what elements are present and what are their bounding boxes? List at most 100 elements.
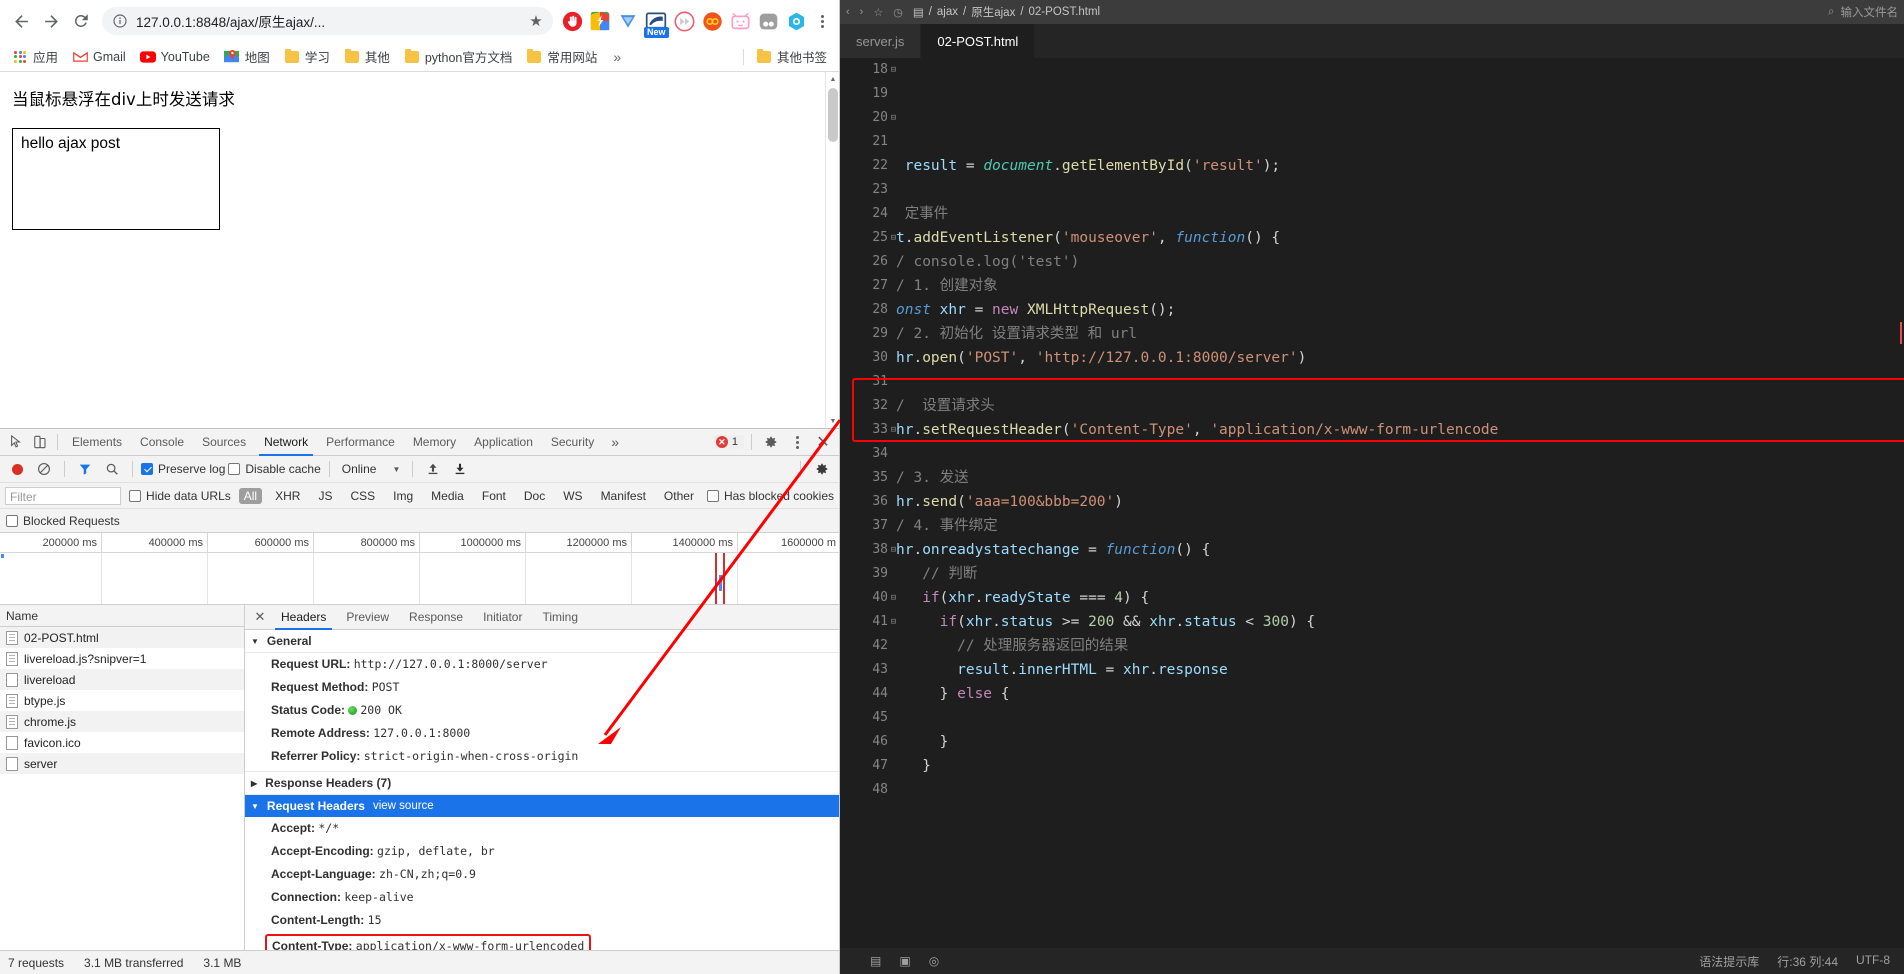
breadcrumb-item[interactable]: 02-POST.html xyxy=(1029,6,1101,18)
code-line[interactable] xyxy=(896,370,1904,394)
bookmark-youtube[interactable]: YouTube xyxy=(134,46,216,68)
type-filter-xhr[interactable]: XHR xyxy=(270,488,305,504)
tab-security[interactable]: Security xyxy=(542,429,603,456)
tab-memory[interactable]: Memory xyxy=(404,429,465,456)
table-row[interactable]: favicon.ico xyxy=(0,732,244,753)
type-filter-img[interactable]: Img xyxy=(388,488,418,504)
table-row[interactable]: server xyxy=(0,753,244,774)
scroll-up-arrow-icon[interactable]: ▲ xyxy=(826,72,839,86)
site-info-icon[interactable] xyxy=(112,13,128,29)
code-line[interactable]: / console.log('test') xyxy=(896,250,1904,274)
devtools-kebab-icon[interactable] xyxy=(786,429,808,455)
vscode-back-icon[interactable]: ‹ xyxy=(846,6,850,18)
type-filter-font[interactable]: Font xyxy=(477,488,511,504)
type-filter-all[interactable]: All xyxy=(238,487,263,504)
tv-extension-icon[interactable] xyxy=(727,8,753,34)
error-count-badge[interactable]: ✕ 1 xyxy=(712,435,744,449)
editor-tab-02-post-html[interactable]: 02-POST.html xyxy=(921,24,1036,58)
hide-data-urls-box-icon[interactable] xyxy=(129,489,142,502)
breadcrumb-item[interactable]: ajax xyxy=(937,6,958,18)
code-line[interactable]: / 2. 初始化 设置请求类型 和 url xyxy=(896,322,1904,346)
scroll-down-arrow-icon[interactable]: ▼ xyxy=(826,414,839,428)
view-source-link[interactable]: view source xyxy=(373,800,434,812)
fast-forward-extension-icon[interactable] xyxy=(671,8,697,34)
code-line[interactable] xyxy=(896,58,1904,82)
table-row[interactable]: livereload xyxy=(0,669,244,690)
screenshot-extension-icon[interactable]: New xyxy=(643,8,669,38)
detail-tab-preview[interactable]: Preview xyxy=(336,605,399,630)
code-line[interactable]: // 处理服务器返回的结果 xyxy=(896,634,1904,658)
close-detail-icon[interactable]: ✕ xyxy=(249,605,271,630)
table-row[interactable]: livereload.js?snipver=1 xyxy=(0,648,244,669)
infinity-extension-icon[interactable] xyxy=(699,8,725,34)
vscode-star-icon[interactable]: ☆ xyxy=(873,6,883,19)
browser-menu-button[interactable] xyxy=(811,8,833,34)
code-line[interactable]: hr.open('POST', 'http://127.0.0.1:8000/s… xyxy=(896,346,1904,370)
back-button[interactable] xyxy=(6,6,36,36)
filter-input[interactable]: Filter xyxy=(5,486,122,505)
clear-icon[interactable] xyxy=(32,457,56,481)
vscode-search-icon[interactable]: ⌕ xyxy=(1828,6,1834,19)
blocked-requests-box-icon[interactable] xyxy=(6,514,18,527)
editor-tab-server-js[interactable]: server.js xyxy=(840,24,922,58)
code-line[interactable]: onst xhr = new XMLHttpRequest(); xyxy=(896,298,1904,322)
panel-globe-icon[interactable]: ◎ xyxy=(929,954,939,968)
code-line[interactable] xyxy=(896,106,1904,130)
search-icon[interactable] xyxy=(100,457,124,481)
code-line[interactable] xyxy=(896,442,1904,466)
response-headers-section[interactable]: ▶ Response Headers (7) xyxy=(245,772,839,795)
adblock-extension-icon[interactable] xyxy=(559,8,585,34)
code-line[interactable] xyxy=(896,130,1904,154)
address-bar-url[interactable]: 127.0.0.1:8848/ajax/原生ajax/... xyxy=(136,11,527,31)
table-row[interactable]: 02-POST.html xyxy=(0,627,244,648)
throttling-select[interactable]: Online ▼ xyxy=(338,461,405,477)
bookmark-apps[interactable]: 应用 xyxy=(6,44,64,69)
code-line[interactable]: } xyxy=(896,730,1904,754)
tab-elements[interactable]: Elements xyxy=(63,429,131,456)
network-settings-gear-icon[interactable] xyxy=(810,457,834,481)
type-filter-ws[interactable]: WS xyxy=(558,488,587,504)
result-div[interactable]: hello ajax post xyxy=(12,128,220,230)
panel-list-icon[interactable]: ▤ xyxy=(870,954,881,968)
devtools-close-icon[interactable]: ✕ xyxy=(811,430,835,454)
request-list-header[interactable]: Name xyxy=(0,605,244,627)
tab-performance[interactable]: Performance xyxy=(317,429,404,456)
code-line[interactable]: result = document.getElementById('result… xyxy=(896,154,1904,178)
code-line[interactable]: / 3. 发送 xyxy=(896,466,1904,490)
blocked-requests-checkbox[interactable]: Blocked Requests xyxy=(6,514,120,528)
tab-network[interactable]: Network xyxy=(255,429,317,456)
code-line[interactable]: hr.onreadystatechange = function() { xyxy=(896,538,1904,562)
type-filter-doc[interactable]: Doc xyxy=(519,488,550,504)
code-line[interactable]: / 1. 创建对象 xyxy=(896,274,1904,298)
page-scroll-thumb[interactable] xyxy=(828,88,838,142)
bookmark-folder-python-docs[interactable]: python官方文档 xyxy=(398,44,519,69)
chevron-down-icon[interactable]: ▼ xyxy=(251,802,259,811)
table-row[interactable]: chrome.js xyxy=(0,711,244,732)
detail-tab-response[interactable]: Response xyxy=(399,605,473,630)
preserve-log-checkbox[interactable]: Preserve log xyxy=(141,462,225,476)
type-filter-manifest[interactable]: Manifest xyxy=(596,488,651,504)
import-har-upload-icon[interactable] xyxy=(421,457,445,481)
type-filter-media[interactable]: Media xyxy=(426,488,469,504)
request-headers-section[interactable]: ▼ Request Headers view source xyxy=(245,795,839,817)
code-line[interactable]: / 设置请求头 xyxy=(896,394,1904,418)
code-line[interactable] xyxy=(896,178,1904,202)
chevron-down-icon[interactable]: ▼ xyxy=(392,465,400,474)
bookmarks-overflow-chevron-icon[interactable]: » xyxy=(605,49,629,65)
vscode-forward-icon[interactable]: › xyxy=(860,6,864,18)
bookmark-star-icon[interactable]: ★ xyxy=(527,12,545,30)
chevron-right-icon[interactable]: ▶ xyxy=(251,779,257,788)
tab-sources[interactable]: Sources xyxy=(193,429,255,456)
vscode-quick-open[interactable]: ⌕ 输入文件名 xyxy=(1828,4,1898,20)
code-line[interactable] xyxy=(896,706,1904,730)
vscode-clock-icon[interactable]: ◷ xyxy=(893,6,903,19)
code-line[interactable]: 定事件 xyxy=(896,202,1904,226)
code-line[interactable]: result.innerHTML = xhr.response xyxy=(896,658,1904,682)
encoding-label[interactable]: UTF-8 xyxy=(1856,953,1890,970)
code-line[interactable] xyxy=(896,82,1904,106)
has-blocked-cookies-checkbox[interactable]: Has blocked cookies xyxy=(706,489,834,503)
bookmark-folder-study[interactable]: 学习 xyxy=(278,44,336,69)
breadcrumb-item[interactable]: 原生ajax xyxy=(971,4,1015,20)
editor-code-area[interactable]: result = document.getElementById('result… xyxy=(896,58,1904,948)
table-row[interactable]: btype.js xyxy=(0,690,244,711)
